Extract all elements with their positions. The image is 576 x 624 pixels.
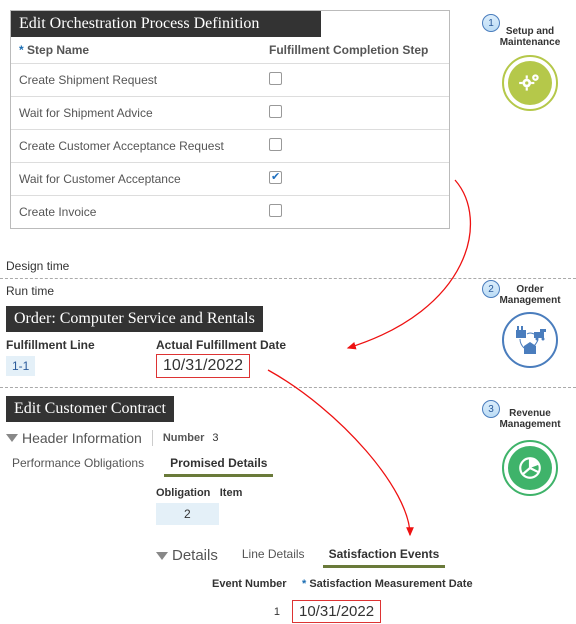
- table-row: Wait for Customer Acceptance: [11, 163, 449, 196]
- revenue-icon-circle: [502, 440, 558, 496]
- supply-chain-icon: [510, 320, 550, 360]
- obligation-value[interactable]: 2: [156, 503, 219, 525]
- separator-dashed: [0, 387, 576, 388]
- obligation-header: Obligation: [156, 487, 210, 499]
- divider: [152, 430, 153, 446]
- tab-promised-details[interactable]: Promised Details: [164, 452, 273, 477]
- header-information-label: Header Information: [22, 430, 142, 446]
- separator-dashed: [0, 278, 576, 279]
- step-name-cell: Create Shipment Request: [11, 64, 261, 97]
- orchestration-panel: Edit Orchestration Process Definition St…: [10, 10, 450, 229]
- item-header: Item: [220, 487, 243, 499]
- table-row: 1 10/31/2022: [206, 600, 486, 623]
- fulfillment-checkbox[interactable]: [269, 171, 282, 184]
- step-name-cell: Wait for Shipment Advice: [11, 97, 261, 130]
- col-fulfillment-step: Fulfillment Completion Step: [261, 37, 449, 64]
- order-title: Order: Computer Service and Rentals: [6, 306, 263, 332]
- step-label-revenue: Revenue Management: [490, 408, 570, 430]
- fulfillment-line-value[interactable]: 1-1: [6, 356, 35, 376]
- pie-chart-icon: [517, 455, 543, 481]
- contract-title: Edit Customer Contract: [6, 396, 174, 422]
- details-label: Details: [172, 547, 218, 564]
- gears-icon: [517, 70, 543, 96]
- event-number-value: 1: [206, 606, 292, 618]
- table-row: Create Customer Acceptance Request: [11, 130, 449, 163]
- collapse-triangle-icon[interactable]: [6, 434, 18, 442]
- order-icon-circle: [502, 312, 558, 368]
- number-label: Number: [163, 432, 205, 444]
- step-name-cell: Create Invoice: [11, 196, 261, 229]
- table-row: Create Invoice: [11, 196, 449, 229]
- actual-date-header: Actual Fulfillment Date: [156, 338, 286, 352]
- tab-satisfaction-events[interactable]: Satisfaction Events: [323, 543, 446, 568]
- details-section: Details: [156, 547, 218, 564]
- run-time-label: Run time: [6, 284, 54, 298]
- step-name-cell: Create Customer Acceptance Request: [11, 130, 261, 163]
- tabs-primary: Performance Obligations Promised Details: [6, 452, 486, 477]
- contract-block: Edit Customer Contract Header Informatio…: [6, 396, 486, 623]
- fulfillment-line-header: Fulfillment Line: [6, 338, 156, 352]
- setup-icon-circle: [502, 55, 558, 111]
- orchestration-table: Step Name Fulfillment Completion Step Cr…: [11, 37, 449, 228]
- events-table: Event Number Satisfaction Measurement Da…: [206, 578, 486, 623]
- fulfillment-checkbox[interactable]: [269, 72, 282, 85]
- number-value: 3: [212, 432, 218, 444]
- step-label-order: Order Management: [490, 284, 570, 306]
- actual-date-value: 10/31/2022: [156, 354, 250, 378]
- design-time-label: Design time: [6, 259, 69, 273]
- fulfillment-checkbox[interactable]: [269, 138, 282, 151]
- step-label-setup: Setup and Maintenance: [490, 26, 570, 48]
- col-step-name: Step Name: [11, 37, 261, 64]
- step-name-cell: Wait for Customer Acceptance: [11, 163, 261, 196]
- tab-performance-obligations[interactable]: Performance Obligations: [6, 452, 150, 474]
- fulfillment-checkbox[interactable]: [269, 105, 282, 118]
- table-row: Create Shipment Request: [11, 64, 449, 97]
- order-block: Order: Computer Service and Rentals Fulf…: [6, 306, 286, 378]
- col-satisfaction-date: Satisfaction Measurement Date: [296, 578, 479, 590]
- collapse-triangle-icon[interactable]: [156, 552, 168, 560]
- satisfaction-date-value: 10/31/2022: [292, 600, 381, 623]
- tab-line-details[interactable]: Line Details: [236, 543, 311, 565]
- col-event-number: Event Number: [206, 578, 296, 590]
- table-row: Wait for Shipment Advice: [11, 97, 449, 130]
- fulfillment-checkbox[interactable]: [269, 204, 282, 217]
- orchestration-title: Edit Orchestration Process Definition: [11, 11, 321, 37]
